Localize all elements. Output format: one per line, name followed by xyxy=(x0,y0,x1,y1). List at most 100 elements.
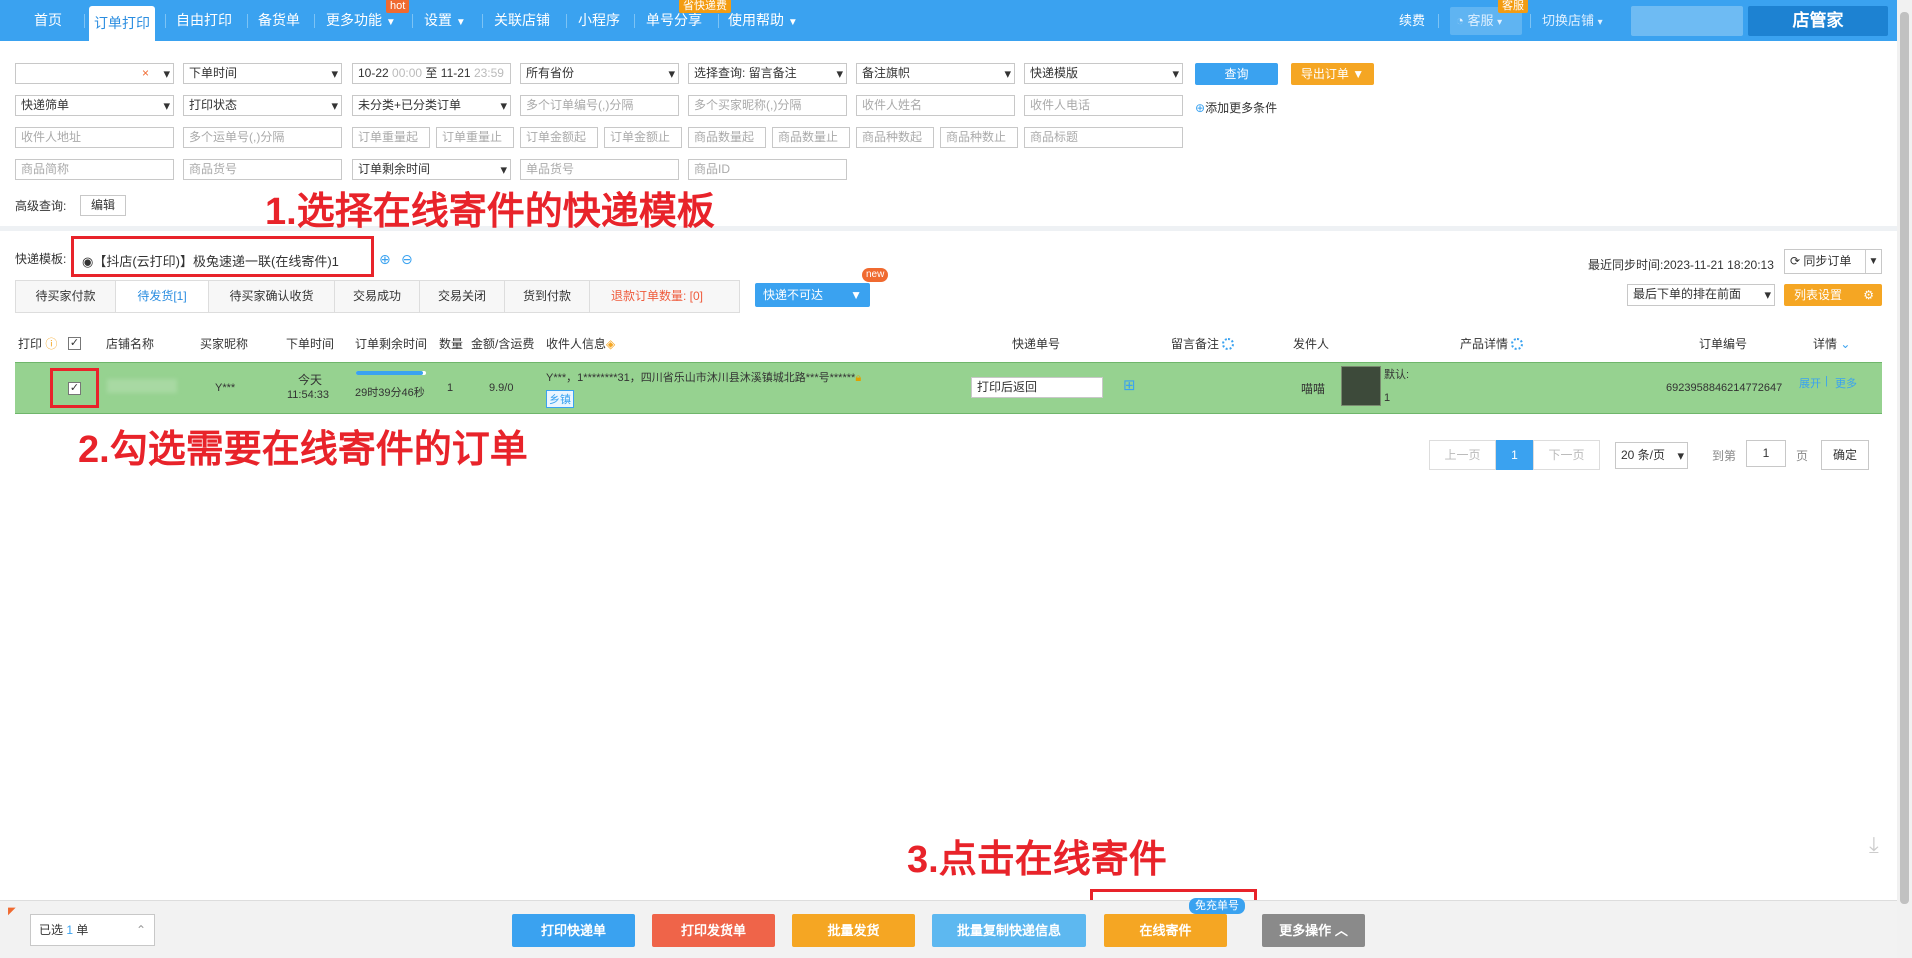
category-select[interactable]: 未分类+已分类订单 xyxy=(352,95,511,116)
remove-template-icon[interactable]: ⊖ xyxy=(401,251,413,268)
waybill-number-input[interactable]: 多个运单号(,)分隔 xyxy=(183,127,342,148)
clear-icon[interactable]: × xyxy=(142,64,149,83)
add-template-icon[interactable]: ⊕ xyxy=(379,251,391,268)
expand-link[interactable]: 展开 xyxy=(1799,375,1821,391)
nav-stock-list[interactable]: 备货单 xyxy=(258,0,300,41)
tab-cash-on-delivery[interactable]: 货到付款 xyxy=(505,281,590,312)
nav-home[interactable]: 首页 xyxy=(34,0,62,41)
remaining-time: 29时39分46秒 xyxy=(355,387,425,399)
date-range-input[interactable]: 10-22 00:00 至 11-21 23:59 xyxy=(352,63,511,84)
batch-ship-button[interactable]: 批量发货 xyxy=(792,914,915,947)
shop-select[interactable]: × xyxy=(15,63,174,84)
order-number-input[interactable]: 多个订单编号(,)分隔 xyxy=(520,95,679,116)
help-icon[interactable]: ⓘ xyxy=(45,337,57,351)
nav-settings[interactable]: 设置 ▼ xyxy=(424,0,466,41)
express-filter-select[interactable]: 快递筛单 xyxy=(15,95,174,116)
express-unreachable-select[interactable]: 快递不可达 ▼ xyxy=(755,283,870,307)
tab-closed[interactable]: 交易关闭 xyxy=(420,281,505,312)
tab-awaiting-receipt[interactable]: 待买家确认收货 xyxy=(209,281,335,312)
address-input[interactable]: 收件人地址 xyxy=(15,127,174,148)
brand-logo: 店管家 xyxy=(1748,6,1888,36)
vertical-scrollbar[interactable] xyxy=(1897,0,1912,958)
tab-awaiting-shipment[interactable]: 待发货[1] xyxy=(116,281,209,312)
double-chevron-down-icon[interactable]: ⌄ xyxy=(1840,337,1850,351)
print-status-select[interactable]: 打印状态 xyxy=(183,95,342,116)
tab-awaiting-payment[interactable]: 待买家付款 xyxy=(16,281,116,312)
province-select[interactable]: 所有省份 xyxy=(520,63,679,84)
amount-from-input[interactable]: 订单金额起 xyxy=(520,127,598,148)
nav-help-label: 使用帮助 xyxy=(728,12,784,28)
refund-count-tab[interactable]: 退款订单数量: [0] xyxy=(602,281,712,312)
selected-count-box[interactable]: 已选 1 单 ⌃ xyxy=(30,914,155,946)
print-waybill-button[interactable]: 打印快递单 xyxy=(512,914,635,947)
tab-completed[interactable]: 交易成功 xyxy=(335,281,420,312)
add-waybill-icon[interactable]: ⊞ xyxy=(1123,376,1136,394)
receiver-name-input[interactable]: 收件人姓名 xyxy=(856,95,1015,116)
nav-free-print[interactable]: 自由打印 xyxy=(176,0,232,41)
page-size-select[interactable]: 20 条/页 xyxy=(1615,442,1688,469)
nav-more-functions-label: 更多功能 xyxy=(326,12,382,28)
online-ship-button[interactable]: 在线寄件 xyxy=(1104,914,1227,947)
query-type-select[interactable]: 选择查询: 留言备注 xyxy=(688,63,847,84)
chevron-down-icon[interactable]: ▼ xyxy=(1865,250,1881,273)
order-time-select[interactable]: 下单时间 xyxy=(183,63,342,84)
edit-button[interactable]: 编辑 xyxy=(80,195,126,216)
nav-order-print[interactable]: 订单打印 xyxy=(89,6,155,41)
batch-copy-express-button[interactable]: 批量复制快递信息 xyxy=(932,914,1086,947)
next-page-button[interactable]: 下一页 xyxy=(1533,440,1600,470)
sort-order-select[interactable]: 最后下单的排在前面 xyxy=(1627,284,1775,306)
download-icon[interactable]: ⤓ xyxy=(1869,832,1879,858)
nav-linked-shops[interactable]: 关联店铺 xyxy=(494,0,550,41)
nav-help[interactable]: 使用帮助 ▼ xyxy=(728,0,798,41)
buyer-nick: Y*** xyxy=(215,382,236,394)
list-settings-button[interactable]: 列表设置 ⚙ xyxy=(1784,284,1882,306)
col-shop-name: 店铺名称 xyxy=(106,337,155,351)
product-title-input[interactable]: 商品标题 xyxy=(1024,127,1183,148)
goto-confirm-button[interactable]: 确定 xyxy=(1821,440,1869,470)
gear-icon[interactable] xyxy=(1511,338,1524,350)
select-all-checkbox[interactable]: ✓ xyxy=(68,337,81,350)
print-delivery-note-button[interactable]: 打印发货单 xyxy=(652,914,775,947)
product-thumbnail[interactable] xyxy=(1341,366,1381,406)
nav-divider xyxy=(1530,14,1531,28)
last-sync-time: 最近同步时间:2023-11-21 18:20:13 xyxy=(1588,258,1774,272)
switch-shop-menu[interactable]: 切换店铺 ▾ xyxy=(1542,0,1603,41)
product-id-input[interactable]: 商品ID xyxy=(688,159,847,180)
express-template-filter[interactable]: 快递模版 xyxy=(1024,63,1183,84)
export-orders-button[interactable]: 导出订单 ▼ xyxy=(1291,63,1374,85)
table-row[interactable]: ✓ Y*** 今天 11:54:33 29时39分46秒 1 9.9/0 Y**… xyxy=(15,362,1882,414)
more-actions-button[interactable]: 更多操作 ︿ xyxy=(1262,914,1365,947)
buyer-nick-input[interactable]: 多个买家昵称(,)分隔 xyxy=(688,95,847,116)
kind-to-input[interactable]: 商品种数止 xyxy=(940,127,1018,148)
qty-from-input[interactable]: 商品数量起 xyxy=(688,127,766,148)
single-sku-input[interactable]: 单品货号 xyxy=(520,159,679,180)
remaining-time-select[interactable]: 订单剩余时间 xyxy=(352,159,511,180)
renew-link[interactable]: 续费 xyxy=(1399,0,1425,41)
nav-mini-program[interactable]: 小程序 xyxy=(578,0,620,41)
qty-to-input[interactable]: 商品数量止 xyxy=(772,127,850,148)
gear-icon[interactable] xyxy=(1222,338,1235,350)
sync-orders-button[interactable]: ⟳ 同步订单 ▼ xyxy=(1784,249,1882,274)
nav-divider xyxy=(84,14,85,28)
current-shop-box[interactable] xyxy=(1631,6,1743,36)
new-badge: new xyxy=(862,268,889,282)
scrollbar-thumb[interactable] xyxy=(1900,12,1909,904)
save-fee-badge: 省快递费 xyxy=(679,0,731,13)
kind-from-input[interactable]: 商品种数起 xyxy=(856,127,934,148)
product-sku-input[interactable]: 商品货号 xyxy=(183,159,342,180)
page-1-button[interactable]: 1 xyxy=(1496,440,1533,470)
page-number-input[interactable]: 1 xyxy=(1746,440,1786,467)
waybill-input[interactable]: 打印后返回 xyxy=(971,377,1103,398)
amount-to-input[interactable]: 订单金额止 xyxy=(604,127,682,148)
product-short-name-input[interactable]: 商品简称 xyxy=(15,159,174,180)
weight-to-input[interactable]: 订单重量止 xyxy=(436,127,514,148)
col-waybill: 快递单号 xyxy=(1012,337,1061,351)
add-more-conditions[interactable]: ⊕添加更多条件 xyxy=(1195,99,1277,116)
more-link[interactable]: 更多 xyxy=(1835,375,1857,391)
selected-unit: 单 xyxy=(76,923,89,937)
receiver-phone-input[interactable]: 收件人电话 xyxy=(1024,95,1183,116)
query-button[interactable]: 查询 xyxy=(1195,63,1278,85)
weight-from-input[interactable]: 订单重量起 xyxy=(352,127,430,148)
flag-select[interactable]: 备注旗帜 xyxy=(856,63,1015,84)
prev-page-button[interactable]: 上一页 xyxy=(1429,440,1496,470)
